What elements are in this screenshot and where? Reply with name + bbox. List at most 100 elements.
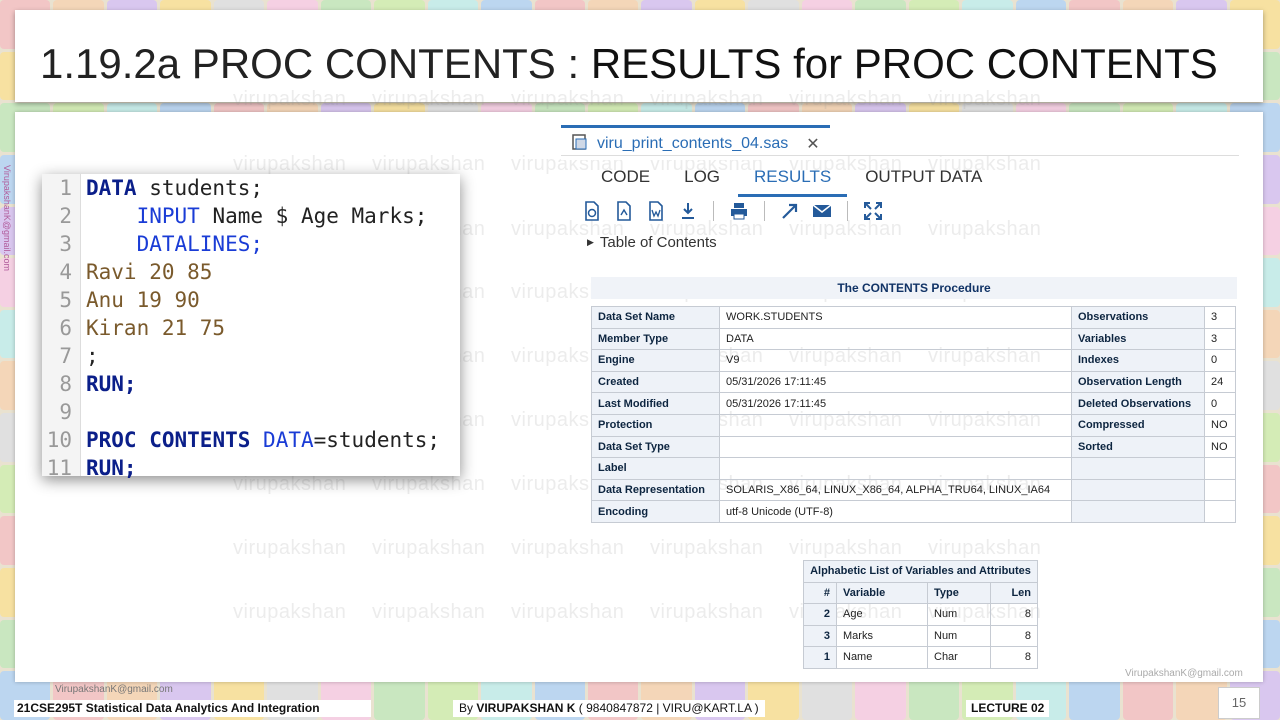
- variable-type: Num: [927, 624, 991, 647]
- by-prefix: By: [459, 701, 477, 715]
- line-number: 6: [59, 316, 72, 340]
- watermark-text: virupakshan: [372, 473, 486, 495]
- watermark-text: virupakshan: [233, 537, 347, 559]
- table-row: Data Set Type Sorted NO: [591, 435, 1236, 459]
- caret-right-icon: ▶: [587, 237, 594, 247]
- line-number: 10: [46, 428, 72, 452]
- code-text: students;: [136, 176, 264, 200]
- code-line: 11 RUN;: [42, 454, 137, 482]
- new-window-icon[interactable]: [779, 200, 801, 222]
- table-row: Label: [591, 457, 1236, 480]
- html-icon[interactable]: [581, 200, 603, 222]
- attribute-value: [1204, 500, 1236, 523]
- author-line: By VIRUPAKSHAN K ( 9840847872 | VIRU@KAR…: [453, 700, 765, 717]
- attribute-label: Engine: [591, 349, 720, 372]
- table-of-contents-toggle[interactable]: ▶ Table of Contents: [587, 234, 717, 251]
- toolbar-separator: [713, 201, 714, 221]
- email-icon[interactable]: [811, 200, 833, 222]
- line-number: 11: [46, 456, 72, 480]
- tab-output-data[interactable]: OUTPUT DATA: [865, 167, 982, 197]
- table-row: 3 Marks Num 8: [803, 624, 1038, 647]
- row-number: 3: [803, 624, 837, 647]
- watermark-text: virupakshan: [511, 88, 625, 110]
- attribute-value: 24: [1204, 370, 1236, 394]
- keyword-datalines: DATALINES;: [136, 232, 264, 256]
- column-header: Variable: [836, 581, 928, 604]
- tab-log[interactable]: LOG: [684, 167, 720, 197]
- attribute-label: Observation Length: [1071, 370, 1205, 394]
- close-icon[interactable]: ✕: [806, 134, 819, 154]
- tab-results[interactable]: RESULTS: [738, 167, 848, 197]
- tab-code[interactable]: CODE: [601, 167, 650, 197]
- attribute-value: 05/31/2026 17:11:45: [719, 392, 1072, 415]
- pdf-icon[interactable]: [613, 200, 635, 222]
- variable-length: 8: [990, 624, 1038, 647]
- keyword-proc: PROC: [86, 428, 137, 452]
- keyword-run: RUN;: [86, 372, 137, 396]
- toolbar-separator: [847, 201, 848, 221]
- keyword-data: DATA: [86, 176, 137, 200]
- watermark-text: virupakshan: [928, 537, 1042, 559]
- line-number: 4: [59, 260, 72, 284]
- code-line: 6 Kiran 21 75: [42, 314, 225, 342]
- line-number: 5: [59, 288, 72, 312]
- attributes-table: Data Set Name WORK.STUDENTS Observations 3 M…: [591, 306, 1236, 523]
- attribute-label: Compressed: [1071, 413, 1205, 437]
- attribute-value: DATA: [719, 327, 1072, 351]
- attribute-value: 05/31/2026 17:11:45: [719, 370, 1072, 394]
- attribute-label: [1071, 478, 1205, 502]
- author-name: VIRUPAKSHAN K: [476, 701, 576, 715]
- attribute-label: Created: [591, 370, 720, 394]
- variable-type: Char: [927, 646, 991, 669]
- page-number: 15: [1218, 687, 1260, 719]
- attribute-value: 0: [1204, 349, 1236, 372]
- line-number: 3: [59, 232, 72, 256]
- attribute-label: Protection: [591, 413, 720, 437]
- attribute-value: 3: [1204, 306, 1236, 329]
- table-row: 1 Name Char 8: [803, 646, 1038, 669]
- attribute-label: Observations: [1071, 306, 1205, 329]
- line-number: 1: [59, 176, 72, 200]
- procedure-title: The CONTENTS Procedure: [591, 277, 1237, 299]
- author-contact: ( 9840847872 | VIRU@KART.LA ): [575, 701, 759, 715]
- keyword-input: INPUT: [136, 204, 200, 228]
- download-icon[interactable]: [677, 200, 699, 222]
- slide-title-prefix: 1.19.2a PROC CONTENTS :: [40, 40, 591, 87]
- watermark-text: virupakshan: [233, 473, 347, 495]
- code-line: 4 Ravi 20 85: [42, 258, 212, 286]
- code-text: ;: [86, 344, 99, 368]
- watermark-text: virupakshan: [650, 88, 764, 110]
- file-tab-label: viru_print_contents_04.sas: [597, 135, 789, 152]
- variable-name: Age: [836, 603, 928, 626]
- table-row: Created 05/31/2026 17:11:45 Observation Le…: [591, 370, 1236, 394]
- variable-name: Marks: [836, 624, 928, 647]
- variables-table: Alphabetic List of Variables and Attribu…: [803, 560, 1038, 669]
- keyword-run: RUN;: [86, 456, 137, 480]
- attribute-label: Data Set Type: [591, 435, 720, 459]
- attribute-value: SOLARIS_X86_64, LINUX_X86_64, ALPHA_TRU6…: [719, 478, 1072, 502]
- watermark-text: virupakshan: [650, 601, 764, 623]
- table-row: Protection Compressed NO: [591, 413, 1236, 437]
- results-toolbar: [581, 200, 884, 222]
- code-line: 8 RUN;: [42, 370, 137, 398]
- maximize-icon[interactable]: [862, 200, 884, 222]
- table-row: Encoding utf-8 Unicode (UTF-8): [591, 500, 1236, 523]
- keyword-contents: CONTENTS: [149, 428, 251, 452]
- footer-email-watermark: VirupakshanK@gmail.com: [1125, 668, 1243, 679]
- attribute-label: Last Modified: [591, 392, 720, 415]
- rtf-icon[interactable]: [645, 200, 667, 222]
- code-line: 3 DATALINES;: [42, 230, 263, 258]
- subtab-bar: CODE LOG RESULTS OUTPUT DATA: [601, 167, 982, 197]
- toc-label: Table of Contents: [599, 234, 717, 251]
- code-line: 1 DATA students;: [42, 174, 263, 202]
- watermark-text: virupakshan: [650, 537, 764, 559]
- code-line: 10 PROC CONTENTS DATA=students;: [42, 426, 440, 454]
- attribute-value: NO: [1204, 413, 1236, 437]
- toolbar-separator: [764, 201, 765, 221]
- table-row: Last Modified 05/31/2026 17:11:45 Deleted …: [591, 392, 1236, 415]
- table-row: 2 Age Num 8: [803, 603, 1038, 626]
- line-number: 2: [59, 204, 72, 228]
- print-icon[interactable]: [728, 200, 750, 222]
- attribute-label: Label: [591, 457, 720, 480]
- attribute-label: Encoding: [591, 500, 720, 523]
